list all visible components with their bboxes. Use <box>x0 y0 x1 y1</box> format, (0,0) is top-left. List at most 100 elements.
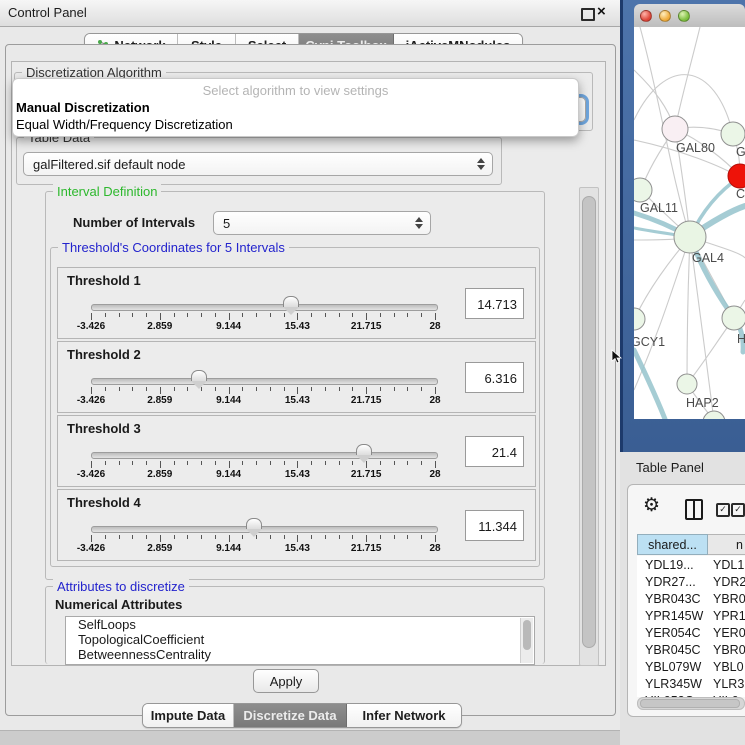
slider-thumb[interactable] <box>356 444 372 455</box>
algorithm-dropdown-popup: Select algorithm to view settings Manual… <box>12 78 579 137</box>
table-row[interactable]: YDL19...YDL1 <box>637 556 745 573</box>
float-window-icon[interactable] <box>581 8 595 21</box>
list-item[interactable]: TopologicalCoefficient <box>66 632 534 647</box>
slider-scale-labels: -3.4262.8599.14415.4321.71528 <box>91 469 436 481</box>
node-label-partial: G <box>736 145 745 159</box>
tab-label: Impute Data <box>151 708 225 723</box>
table-panel-title: Table Panel <box>636 460 704 475</box>
node-gal4[interactable] <box>674 221 706 253</box>
scrollbar-thumb[interactable] <box>582 196 596 648</box>
tab-infer-network[interactable]: Infer Network <box>347 704 461 727</box>
tab-discretize-data[interactable]: Discretize Data <box>234 704 347 727</box>
minimize-traffic-light-icon[interactable] <box>659 10 671 22</box>
num-intervals-combobox[interactable]: 5 <box>213 211 431 235</box>
group-title: Attributes to discretize <box>53 579 189 594</box>
apply-button[interactable]: Apply <box>253 669 319 693</box>
window-bottom-edge <box>0 730 620 745</box>
column-header-name[interactable]: n <box>708 534 745 555</box>
bottom-tab-bar: Impute Data Discretize Data Infer Networ… <box>142 703 462 728</box>
tab-impute-data[interactable]: Impute Data <box>143 704 234 727</box>
checkbox-icon[interactable]: ✓ <box>716 503 730 517</box>
panel-title: Control Panel <box>8 5 87 20</box>
slider-thumb[interactable] <box>283 296 299 307</box>
table-row[interactable]: YER054CYER0 <box>637 624 745 641</box>
num-intervals-label: Number of Intervals <box>73 215 195 230</box>
node-label-gal11: GAL11 <box>640 201 678 215</box>
table-row[interactable]: YBR045CYBR0 <box>637 641 745 658</box>
close-traffic-light-icon[interactable] <box>640 10 652 22</box>
network-view-canvas[interactable]: GAL80 G C GAL11 GAL4 GCY1 H HAP2 <box>634 27 745 419</box>
threshold-2-slider-track[interactable] <box>91 378 438 385</box>
column-header-shared-name[interactable]: shared... <box>637 534 708 555</box>
list-item[interactable]: SelfLoops <box>66 617 534 632</box>
combo-value: galFiltered.sif default node <box>33 157 185 172</box>
screenshot-root: Control Panel × Network Style Select Cyn… <box>0 0 745 745</box>
zoom-traffic-light-icon[interactable] <box>678 10 690 22</box>
threshold-3-panel: Threshold 3 -3.4262.8599.14415.4321.7152… <box>57 415 536 487</box>
network-graph: GAL80 G C GAL11 GAL4 GCY1 H HAP2 <box>634 27 745 419</box>
threshold-3-slider-track[interactable] <box>91 452 438 459</box>
slider-thumb[interactable] <box>246 518 262 529</box>
tab-label: Infer Network <box>362 708 445 723</box>
node-label-partial: C <box>736 187 745 201</box>
node-top-right[interactable] <box>721 122 745 146</box>
table-data-combobox[interactable]: galFiltered.sif default node <box>23 152 493 176</box>
node-label-hap2: HAP2 <box>686 396 719 410</box>
threshold-label: Threshold 3 <box>67 421 141 436</box>
threshold-3-value[interactable]: 21.4 <box>465 436 524 467</box>
threshold-2-value[interactable]: 6.316 <box>465 362 524 393</box>
scrollbar-thumb[interactable] <box>640 699 740 708</box>
node-label-gcy1: GCY1 <box>634 335 665 349</box>
combo-value: 5 <box>223 216 230 231</box>
node-gal80[interactable] <box>662 116 688 142</box>
slider-thumb[interactable] <box>191 370 207 381</box>
slider-ticks <box>91 387 436 395</box>
group-title: Interval Definition <box>53 184 161 199</box>
network-window-titlebar[interactable] <box>634 4 745 28</box>
node-table[interactable]: YDL19...YDL1 YDR27...YDR2 YBR043CYBR0 YP… <box>637 556 745 697</box>
control-panel: Control Panel × Network Style Select Cyn… <box>0 0 620 745</box>
threshold-label: Threshold 4 <box>67 495 141 510</box>
group-title: Threshold's Coordinates for 5 Intervals <box>58 240 289 255</box>
popup-item-equal-width-frequency[interactable]: Equal Width/Frequency Discretization <box>16 117 233 132</box>
popup-hint-item[interactable]: Select algorithm to view settings <box>13 83 578 98</box>
table-row[interactable]: YDR27...YDR2 <box>637 573 745 590</box>
table-row[interactable]: YBR043CYBR0 <box>637 590 745 607</box>
control-panel-titlebar: Control Panel × <box>0 0 620 27</box>
threshold-4-slider-track[interactable] <box>91 526 438 533</box>
table-row[interactable]: YBL079WYBL0 <box>637 658 745 675</box>
node-label-partial: H <box>737 332 745 346</box>
node-bottom-partial[interactable] <box>703 411 725 419</box>
threshold-4-panel: Threshold 4 -3.4262.8599.14415.4321.7152… <box>57 489 536 561</box>
node-hap2[interactable] <box>677 374 697 394</box>
combo-stepper-icon[interactable] <box>477 158 485 170</box>
tab-label: Discretize Data <box>243 708 336 723</box>
threshold-1-panel: Threshold 1 -3.4262.8599.14415.4321.7152… <box>57 267 536 339</box>
checkbox-icon[interactable]: ✓ <box>731 503 745 517</box>
node-label-gal4: GAL4 <box>692 251 724 265</box>
numerical-attributes-list[interactable]: SelfLoops TopologicalCoefficient Between… <box>65 616 535 665</box>
table-row[interactable]: YLR345WYLR3 <box>637 675 745 692</box>
node-gcy1[interactable] <box>634 308 645 330</box>
node-right-h[interactable] <box>722 306 745 330</box>
list-scrollbar[interactable] <box>520 618 533 663</box>
close-icon[interactable]: × <box>597 3 606 20</box>
threshold-label: Threshold 2 <box>67 347 141 362</box>
column-layout-icon[interactable] <box>685 499 703 520</box>
combo-stepper-icon[interactable] <box>415 217 423 229</box>
slider-ticks <box>91 313 436 321</box>
slider-ticks <box>91 461 436 469</box>
table-row[interactable]: YPR145WYPR1 <box>637 607 745 624</box>
gear-icon[interactable]: ⚙ <box>643 496 660 515</box>
popup-item-manual-discretization[interactable]: Manual Discretization <box>16 100 150 115</box>
table-data-group: Table Data galFiltered.sif default node <box>16 137 502 185</box>
table-horizontal-scrollbar[interactable] <box>637 697 745 710</box>
slider-scale-labels: -3.4262.8599.14415.4321.71528 <box>91 321 436 333</box>
threshold-1-value[interactable]: 14.713 <box>465 288 524 319</box>
threshold-label: Threshold 1 <box>67 273 141 288</box>
slider-ticks <box>91 535 436 543</box>
threshold-1-slider-track[interactable] <box>91 304 438 311</box>
settings-vertical-scrollbar[interactable] <box>579 187 599 666</box>
threshold-4-value[interactable]: 11.344 <box>465 510 524 541</box>
list-item[interactable]: BetweennessCentrality <box>66 647 534 662</box>
